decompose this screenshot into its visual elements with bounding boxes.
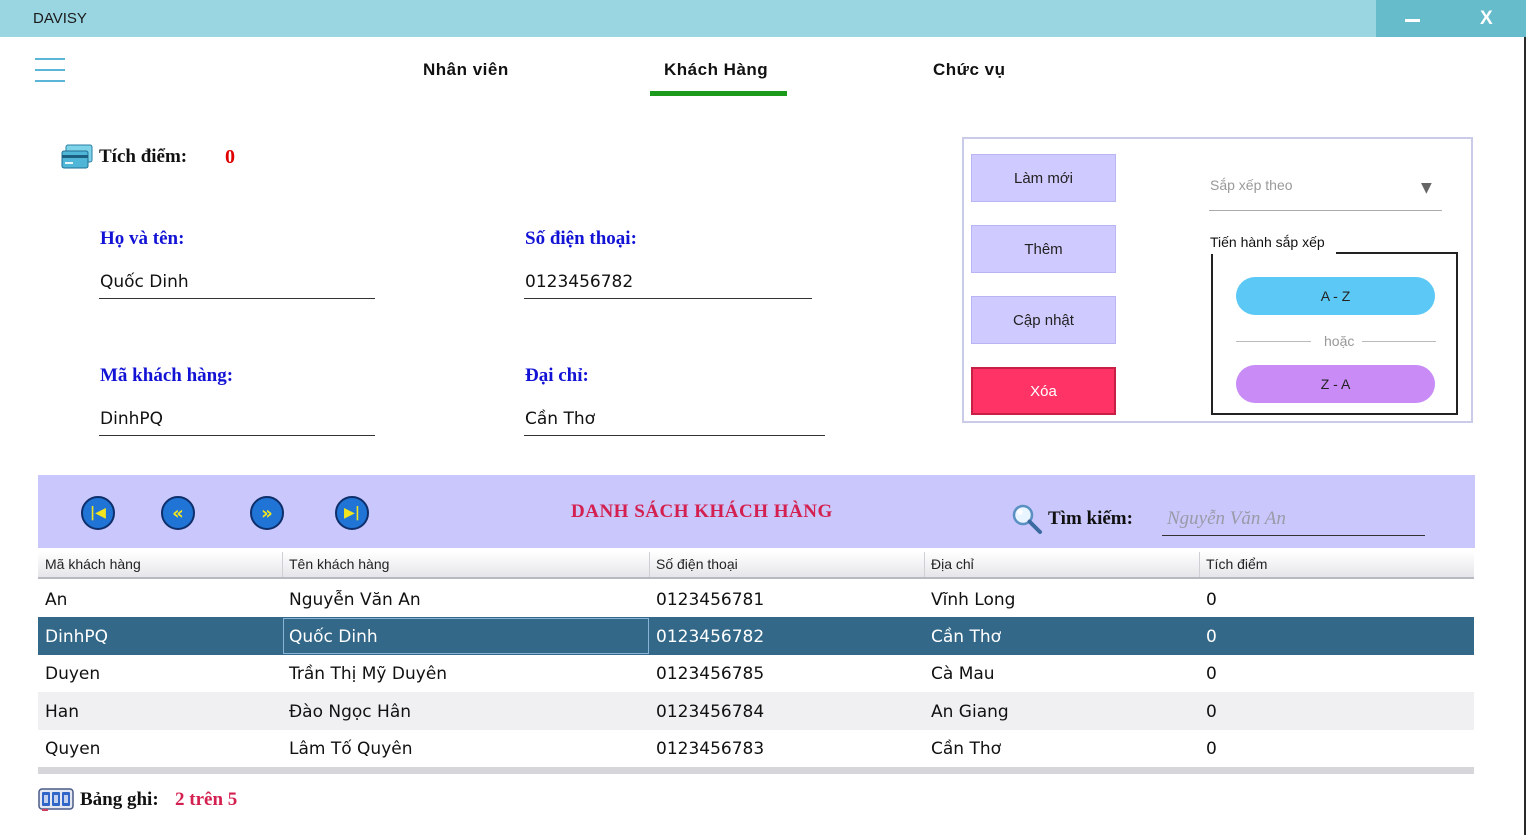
column-separator[interactable] bbox=[649, 552, 650, 577]
chevron-down-icon[interactable]: ▼ bbox=[1421, 180, 1432, 196]
credit-card-icon bbox=[61, 143, 93, 171]
cell-address: Cà Mau bbox=[931, 664, 995, 684]
column-header-code[interactable]: Mã khách hàng bbox=[45, 556, 141, 572]
sort-dropdown[interactable]: Sắp xếp theo bbox=[1210, 177, 1293, 193]
title-bar bbox=[0, 0, 1526, 37]
column-header-points[interactable]: Tích điểm bbox=[1206, 556, 1267, 572]
address-label: Đại chỉ: bbox=[525, 365, 589, 386]
cell-points: 0 bbox=[1206, 590, 1217, 610]
records-value: 2 trên 5 bbox=[175, 789, 238, 810]
cell-code: DinhPQ bbox=[45, 627, 108, 647]
phone-field[interactable]: 0123456782 bbox=[525, 272, 633, 292]
tab-khach-hang[interactable]: Khách Hàng bbox=[664, 60, 768, 80]
cell-address: Vĩnh Long bbox=[931, 590, 1016, 610]
tab-nhan-vien[interactable]: Nhân viên bbox=[423, 60, 509, 80]
add-button[interactable]: Thêm bbox=[971, 225, 1116, 273]
or-label: hoặc bbox=[1324, 333, 1355, 349]
update-button[interactable]: Cập nhật bbox=[971, 296, 1116, 344]
cell-phone: 0123456785 bbox=[656, 664, 765, 684]
cell-code: Quyen bbox=[45, 739, 101, 759]
cell-code: Duyen bbox=[45, 664, 101, 684]
table-row[interactable]: Quyen Lâm Tố Quyên 0123456783 Cần Thơ 0 bbox=[38, 729, 1474, 767]
cell-name: Lâm Tố Quyên bbox=[289, 739, 413, 759]
cell-points: 0 bbox=[1206, 702, 1217, 722]
divider-left bbox=[1236, 341, 1311, 342]
cell-code: Han bbox=[45, 702, 79, 722]
sort-az-button[interactable]: A - Z bbox=[1236, 277, 1435, 315]
cell-phone: 0123456782 bbox=[656, 627, 765, 647]
points-label: Tích điểm: bbox=[99, 146, 188, 167]
customer-code-label: Mã khách hàng: bbox=[100, 365, 234, 386]
search-label: Tìm kiếm: bbox=[1048, 508, 1133, 529]
counter-icon bbox=[38, 786, 74, 812]
column-header-name[interactable]: Tên khách hàng bbox=[289, 556, 389, 572]
name-field-underline bbox=[99, 298, 375, 299]
column-separator[interactable] bbox=[1199, 552, 1200, 577]
search-input-underline bbox=[1162, 535, 1425, 536]
cell-points: 0 bbox=[1206, 627, 1217, 647]
cell-name: Đào Ngọc Hân bbox=[289, 702, 412, 722]
name-label: Họ và tên: bbox=[100, 228, 185, 249]
sort-dropdown-underline bbox=[1209, 210, 1442, 211]
window-controls bbox=[1376, 0, 1526, 37]
cell-name: Quốc Dinh bbox=[289, 627, 378, 647]
name-field[interactable]: Quốc Dinh bbox=[100, 272, 189, 292]
cell-phone: 0123456783 bbox=[656, 739, 765, 759]
cell-points: 0 bbox=[1206, 739, 1217, 759]
refresh-button[interactable]: Làm mới bbox=[971, 154, 1116, 202]
table-row[interactable]: Duyen Trần Thị Mỹ Duyên 0123456785 Cà Ma… bbox=[38, 654, 1474, 692]
minimize-button[interactable] bbox=[1405, 19, 1420, 22]
cell-code: An bbox=[45, 590, 68, 610]
phone-label: Số điện thoại: bbox=[525, 228, 637, 249]
app-title: DAVISY bbox=[33, 10, 87, 27]
list-title: DANH SÁCH KHÁCH HÀNG bbox=[571, 501, 833, 522]
last-page-icon[interactable]: ▶| bbox=[335, 496, 369, 530]
sort-za-button[interactable]: Z - A bbox=[1236, 365, 1435, 403]
cell-points: 0 bbox=[1206, 664, 1217, 684]
search-input[interactable]: Nguyễn Văn An bbox=[1167, 508, 1286, 530]
hamburger-menu-icon[interactable] bbox=[35, 56, 65, 84]
table-row[interactable]: An Nguyễn Văn An 0123456781 Vĩnh Long 0 bbox=[38, 580, 1474, 618]
customer-code-field[interactable]: DinhPQ bbox=[100, 409, 163, 429]
points-value: 0 bbox=[225, 146, 235, 168]
column-separator[interactable] bbox=[924, 552, 925, 577]
phone-field-underline bbox=[524, 298, 812, 299]
active-tab-indicator bbox=[650, 91, 787, 96]
tab-chuc-vu[interactable]: Chức vụ bbox=[933, 60, 1006, 80]
magnifier-icon[interactable] bbox=[1011, 503, 1043, 535]
first-page-icon[interactable]: |◀ bbox=[81, 496, 115, 530]
previous-page-icon[interactable]: « bbox=[161, 496, 195, 530]
cell-name: Nguyễn Văn An bbox=[289, 590, 421, 610]
column-header-address[interactable]: Địa chỉ bbox=[931, 556, 974, 572]
column-separator[interactable] bbox=[282, 552, 283, 577]
divider-right bbox=[1362, 341, 1436, 342]
cell-address: Cần Thơ bbox=[931, 739, 1002, 759]
column-header-phone[interactable]: Số điện thoại bbox=[656, 556, 738, 572]
cell-phone: 0123456781 bbox=[656, 590, 765, 610]
table-header: Mã khách hàng Tên khách hàng Số điện tho… bbox=[38, 552, 1474, 579]
next-page-icon[interactable]: » bbox=[250, 496, 284, 530]
table-row-selected[interactable]: DinhPQ Quốc Dinh 0123456782 Cần Thơ 0 bbox=[38, 617, 1474, 655]
cell-phone: 0123456784 bbox=[656, 702, 765, 722]
sort-section-label: Tiến hành sắp xếp bbox=[1210, 234, 1325, 250]
close-button[interactable]: X bbox=[1480, 8, 1493, 30]
delete-button[interactable]: Xóa bbox=[971, 367, 1116, 415]
table-row[interactable]: Han Đào Ngọc Hân 0123456784 An Giang 0 bbox=[38, 692, 1474, 730]
customer-code-underline bbox=[99, 435, 375, 436]
cell-name: Trần Thị Mỹ Duyên bbox=[289, 664, 448, 684]
address-field[interactable]: Cần Thơ bbox=[525, 409, 595, 429]
address-field-underline bbox=[524, 435, 825, 436]
cell-address: An Giang bbox=[931, 702, 1009, 722]
horizontal-scrollbar[interactable] bbox=[38, 767, 1474, 774]
cell-address: Cần Thơ bbox=[931, 627, 1002, 647]
records-label: Bảng ghi: bbox=[80, 789, 159, 810]
